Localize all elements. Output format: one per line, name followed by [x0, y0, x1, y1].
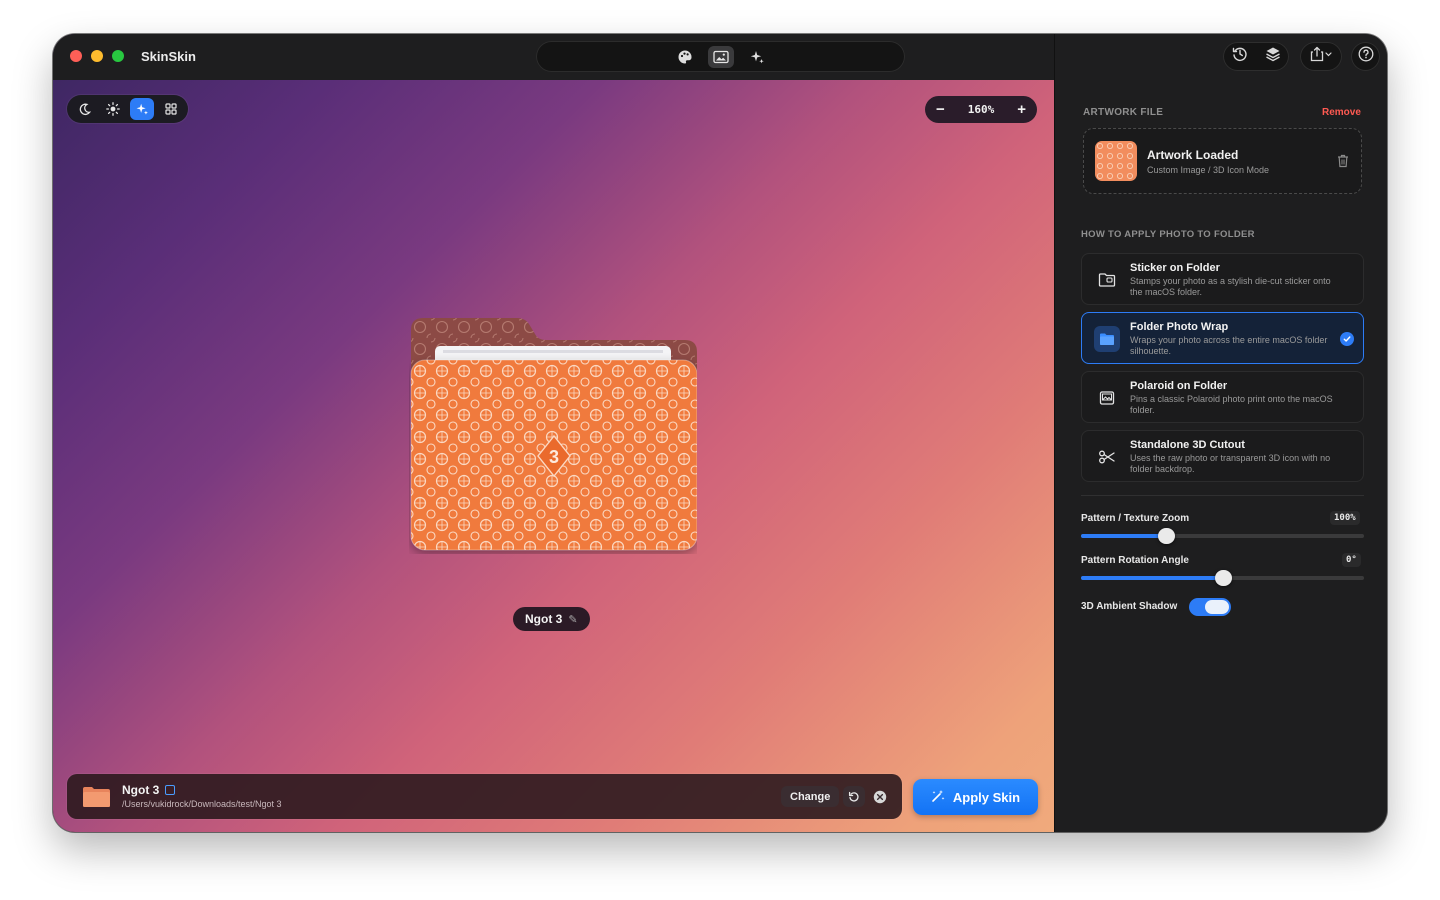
folder-thumbnail [82, 786, 111, 808]
reveal-in-finder-icon[interactable] [165, 785, 176, 795]
option-description: Pins a classic Polaroid photo print onto… [1130, 394, 1333, 415]
moon-icon[interactable] [72, 98, 96, 120]
clear-icon[interactable] [869, 786, 891, 807]
apply-skin-button[interactable]: Apply Skin [913, 779, 1038, 815]
close-window-button[interactable] [70, 50, 82, 62]
rotation-angle-slider[interactable] [1081, 570, 1364, 586]
option-polaroid-on-folder[interactable]: Polaroid on Folder Pins a classic Polaro… [1081, 371, 1364, 423]
apply-method-label: HOW TO APPLY PHOTO TO FOLDER [1081, 229, 1255, 240]
apply-skin-label: Apply Skin [952, 789, 1021, 805]
settings-panel: ARTWORK FILE Remove Artwork Loaded Custo… [1054, 34, 1387, 832]
reset-icon[interactable] [843, 786, 865, 807]
app-title: SkinSkin [141, 49, 196, 64]
folder-badge-text: 3 [549, 447, 559, 467]
option-title: Folder Photo Wrap [1130, 321, 1229, 333]
minimize-window-button[interactable] [91, 50, 103, 62]
option-title: Sticker on Folder [1130, 262, 1220, 274]
target-folder-bar: Ngot 3 /Users/vukidrock/Downloads/test/N… [67, 774, 902, 819]
zoom-out-button[interactable]: − [936, 102, 945, 117]
option-description: Uses the raw photo or transparent 3D ico… [1130, 453, 1331, 474]
sticker-icon [1094, 267, 1120, 293]
rotation-angle-knob[interactable] [1214, 570, 1232, 586]
checkmark-icon [1340, 332, 1354, 346]
sparkles-icon[interactable] [744, 46, 770, 68]
option-title: Standalone 3D Cutout [1130, 439, 1245, 451]
trash-icon[interactable] [1337, 154, 1349, 173]
target-folder-name-row: Ngot 3 [122, 783, 176, 797]
magic-wand-icon [931, 789, 945, 806]
sun-icon[interactable] [101, 98, 125, 120]
folder-preview: 3 [409, 316, 698, 554]
option-description: Stamps your photo as a stylish die-cut s… [1130, 276, 1331, 297]
section-divider [1081, 495, 1364, 496]
folder-name-pill[interactable]: Ngot 3 ✎ [513, 607, 590, 631]
zoom-level: 160% [967, 103, 995, 116]
palette-icon[interactable] [672, 46, 698, 68]
help-icon [1358, 46, 1374, 67]
option-standalone-3d-cutout[interactable]: Standalone 3D Cutout Uses the raw photo … [1081, 430, 1364, 482]
history-icon[interactable] [1232, 46, 1248, 67]
artwork-drop-zone[interactable]: Artwork Loaded Custom Image / 3D Icon Mo… [1083, 128, 1362, 194]
rotation-angle-label: Pattern Rotation Angle [1081, 555, 1189, 566]
pencil-icon: ✎ [568, 613, 578, 626]
history-layers-group [1223, 42, 1289, 71]
traffic-lights [70, 50, 124, 62]
grid-icon[interactable] [159, 98, 183, 120]
share-icon [1309, 46, 1333, 67]
option-sticker-on-folder[interactable]: Sticker on Folder Stamps your photo as a… [1081, 253, 1364, 305]
option-folder-photo-wrap[interactable]: Folder Photo Wrap Wraps your photo acros… [1081, 312, 1364, 364]
texture-zoom-fill [1081, 534, 1166, 538]
sparkle-icon[interactable] [130, 98, 154, 120]
remove-artwork-link[interactable]: Remove [1322, 107, 1361, 118]
view-mode-segment [536, 41, 905, 72]
toggle-knob [1205, 600, 1229, 614]
target-folder-name: Ngot 3 [122, 783, 160, 797]
share-menu-button[interactable] [1300, 42, 1342, 71]
ambient-shadow-toggle[interactable] [1189, 598, 1231, 616]
texture-zoom-knob[interactable] [1157, 528, 1175, 544]
title-bar: SkinSkin [53, 34, 1054, 80]
rotation-angle-value: 0° [1342, 553, 1361, 567]
scissors-icon [1094, 444, 1120, 470]
layers-icon[interactable] [1265, 46, 1281, 67]
texture-zoom-value: 100% [1330, 511, 1360, 525]
app-window: SkinSkin − 160% + 3 Ngot 3 ✎ Ngot 3 /Use… [53, 34, 1387, 832]
texture-zoom-slider[interactable] [1081, 528, 1364, 544]
option-description: Wraps your photo across the entire macOS… [1130, 335, 1328, 356]
texture-zoom-label: Pattern / Texture Zoom [1081, 513, 1190, 524]
ambient-shadow-label: 3D Ambient Shadow [1081, 601, 1178, 612]
option-title: Polaroid on Folder [1130, 380, 1228, 392]
artwork-thumbnail [1095, 141, 1137, 181]
artwork-subtitle: Custom Image / 3D Icon Mode [1147, 165, 1270, 175]
artwork-title: Artwork Loaded [1147, 148, 1239, 162]
zoom-control: − 160% + [925, 96, 1037, 123]
zoom-in-button[interactable]: + [1017, 102, 1026, 117]
folder-name: Ngot 3 [525, 612, 563, 626]
image-icon[interactable] [707, 45, 734, 68]
folder-icon [1094, 326, 1120, 352]
artwork-file-label: ARTWORK FILE [1083, 107, 1164, 118]
zoom-window-button[interactable] [112, 50, 124, 62]
help-button[interactable] [1351, 42, 1380, 71]
change-folder-button[interactable]: Change [781, 786, 840, 807]
preview-canvas: SkinSkin − 160% + 3 Ngot 3 ✎ Ngot 3 /Use… [53, 34, 1054, 832]
target-folder-path: /Users/vukidrock/Downloads/test/Ngot 3 [122, 799, 282, 809]
polaroid-icon [1094, 385, 1120, 411]
rotation-angle-fill [1081, 576, 1223, 580]
appearance-mode-switcher [67, 95, 188, 123]
